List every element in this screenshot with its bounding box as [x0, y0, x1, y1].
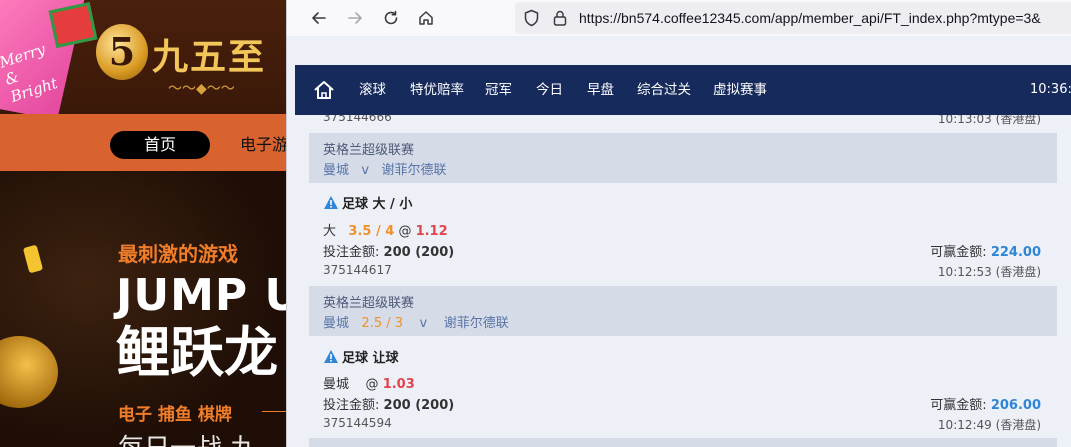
browser-toolbar: https://bn574.coffee12345.com/app/member… [287, 0, 1071, 36]
league-header [309, 438, 1057, 447]
selection: 曼城 [323, 377, 350, 392]
nav-live[interactable]: 滚球 [359, 65, 386, 115]
selection: 大 [323, 224, 337, 239]
bet-selection: 曼城 @ 1.03 [323, 373, 415, 392]
bet-time: 10:12:49 (香港盘) [937, 418, 1041, 432]
logo-text[interactable]: 九五至 [152, 28, 266, 80]
bet-time: 10:12:53 (香港盘) [937, 265, 1041, 279]
ornament-icon: 〜〜◆〜〜 [168, 81, 235, 97]
bet-type: 足球 大 / 小 [323, 193, 412, 212]
logo-icon[interactable]: 5 [96, 24, 148, 80]
bet-selection: 大 3.5 / 4 @ 1.12 [323, 220, 448, 239]
clock: 10:36:0 [1030, 82, 1071, 97]
background-window: Merry & Bright 5 九五至 〜〜◆〜〜 首页 电子游 最刺激的游戏… [0, 0, 286, 447]
bg-nav-home[interactable]: 首页 [110, 131, 210, 159]
nav-early[interactable]: 早盘 [587, 65, 614, 115]
bet-type-label: 足球 让球 [342, 351, 399, 366]
bg-nav-games[interactable]: 电子游 [240, 131, 286, 159]
stake: 投注金额: 200 (200) [323, 241, 454, 260]
potential-win: 可赢金额: 224.00 [930, 241, 1041, 260]
home-team: 曼城 [323, 316, 350, 331]
nav-champion[interactable]: 冠军 [485, 65, 512, 115]
vs-label: v [361, 163, 370, 178]
arrow-right-icon [348, 12, 362, 24]
win-value: 206.00 [990, 398, 1041, 413]
league-header: 英格兰超级联赛 曼城 v 谢菲尔德联 [309, 133, 1057, 183]
win-value: 224.00 [990, 245, 1041, 260]
page-content: 375144666 10:13:03 (香港盘) 英格兰超级联赛 曼城 v 谢菲… [287, 36, 1071, 447]
away-team: 谢菲尔德联 [381, 163, 447, 178]
win-label: 可赢金额: [930, 245, 987, 260]
hero-categories: 电子 捕鱼 棋牌 [118, 405, 232, 425]
at-sign: @ [398, 224, 412, 239]
stake-label: 投注金额: [323, 245, 380, 260]
warning-icon [324, 196, 338, 209]
browser-window: https://bn574.coffee12345.com/app/member… [286, 0, 1071, 447]
handicap: 3.5 / 4 [348, 224, 395, 239]
at-sign: @ [365, 377, 379, 392]
match-line: 曼城 v 谢菲尔德联 [323, 159, 447, 178]
site-nav-bar: 滚球 特优赔率 冠军 今日 早盘 综合过关 虚拟赛事 10:36:0 [295, 65, 1071, 115]
home-button[interactable] [414, 6, 438, 30]
address-bar[interactable]: https://bn574.coffee12345.com/app/member… [515, 2, 1071, 34]
reload-icon [384, 10, 398, 25]
warning-icon [324, 350, 338, 363]
nav-parlay[interactable]: 综合过关 [637, 65, 691, 115]
nav-today[interactable]: 今日 [536, 65, 563, 115]
forward-button[interactable] [343, 6, 367, 30]
lock-icon[interactable] [552, 9, 568, 27]
nav-virtual[interactable]: 虚拟赛事 [713, 65, 767, 115]
url-text[interactable]: https://bn574.coffee12345.com/app/member… [579, 2, 1041, 34]
arrow-left-icon [312, 12, 326, 24]
back-button[interactable] [307, 6, 331, 30]
odds: 1.12 [415, 224, 448, 239]
home-team: 曼城 [323, 163, 350, 178]
odds: 1.03 [382, 377, 415, 392]
away-team: 谢菲尔德联 [443, 316, 509, 331]
hero-headline-cn: 鲤跃龙 [116, 321, 278, 384]
ticket-id: 375144594 [323, 416, 392, 430]
stake-label: 投注金额: [323, 398, 380, 413]
ticket-id: 375144617 [323, 263, 392, 277]
win-label: 可赢金额: [930, 398, 987, 413]
bet-type-label: 足球 大 / 小 [342, 197, 413, 212]
hero-subtitle: 最刺激的游戏 [118, 242, 238, 266]
stake: 投注金额: 200 (200) [323, 394, 454, 413]
home-icon[interactable] [313, 79, 335, 101]
stake-value: 200 (200) [383, 245, 455, 260]
nav-special-odds[interactable]: 特优赔率 [410, 65, 464, 115]
hero-headline: JUMP UP [116, 270, 286, 321]
home-icon [419, 11, 433, 25]
league-header: 英格兰超级联赛 曼城 2.5 / 3 v 谢菲尔德联 [309, 286, 1057, 336]
vs-label: v [419, 316, 428, 331]
league-name: 英格兰超级联赛 [323, 296, 415, 311]
stake-value: 200 (200) [383, 398, 455, 413]
bet-type: 足球 让球 [323, 347, 399, 366]
reload-button[interactable] [379, 6, 403, 30]
hero-bottom-text: 每日一战 九 [118, 428, 256, 447]
handicap-line: 2.5 / 3 [361, 316, 404, 331]
match-line: 曼城 2.5 / 3 v 谢菲尔德联 [323, 312, 509, 331]
shield-icon[interactable] [523, 9, 540, 27]
divider [262, 411, 286, 412]
potential-win: 可赢金额: 206.00 [930, 394, 1041, 413]
league-name: 英格兰超级联赛 [323, 143, 415, 158]
